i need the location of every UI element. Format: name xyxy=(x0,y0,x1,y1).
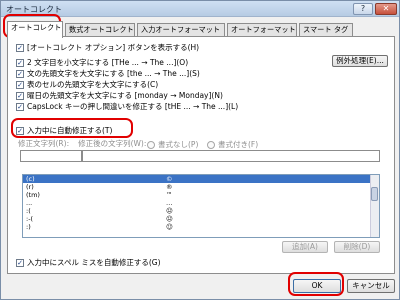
list-item[interactable]: :) ☺ xyxy=(23,223,379,231)
radio-button-icon[interactable] xyxy=(147,140,155,149)
checkbox-checked-icon[interactable]: ✓ xyxy=(16,43,24,52)
list-item-to: ☺ xyxy=(166,223,173,231)
option-label: [オートコレクト オプション] ボタンを表示する(H) xyxy=(27,43,200,52)
replace-label: 修正文字列(R): xyxy=(18,139,70,148)
tab-panel: ✓ [オートコレクト オプション] ボタンを表示する(H) ✓ 2 文字目を小文… xyxy=(7,36,395,274)
cancel-button[interactable]: キャンセル xyxy=(347,279,395,293)
radio-button-icon[interactable] xyxy=(207,140,215,149)
list-item-from: (tm) xyxy=(26,191,40,199)
list-item-to: © xyxy=(166,175,173,183)
option-label: 表のセルの先頭文字を大文字にする(C) xyxy=(27,80,159,89)
checkbox-checked-icon[interactable]: ✓ xyxy=(16,126,24,135)
list-item[interactable]: :-( ☹ xyxy=(23,215,379,223)
list-item[interactable]: (c) © xyxy=(23,175,379,183)
list-item[interactable]: (tm) ™ xyxy=(23,191,379,199)
window-title: オートコレクト xyxy=(6,5,62,14)
ok-button[interactable]: OK xyxy=(293,279,341,293)
list-item[interactable]: (r) ® xyxy=(23,183,379,191)
checkbox-checked-icon[interactable]: ✓ xyxy=(16,102,24,111)
option-capitalize-days[interactable]: ✓ 曜日の先頭文字を大文字にする [monday → Monday](N) xyxy=(16,90,223,101)
list-item[interactable]: ... … xyxy=(23,199,379,207)
option-replace-as-you-type[interactable]: ✓ 入力中に自動修正する(T) xyxy=(16,125,112,136)
option-label: 曜日の先頭文字を大文字にする [monday → Monday](N) xyxy=(27,91,223,100)
list-item-from: ... xyxy=(26,199,33,207)
help-button[interactable]: ? xyxy=(353,3,373,15)
option-first-letter-sentence[interactable]: ✓ 文の先頭文字を大文字にする [the ... → The ...](S) xyxy=(16,68,200,79)
list-item-to: ☹ xyxy=(166,207,173,215)
list-item-from: :-( xyxy=(26,215,34,223)
tab-strip: オートコレクト 数式オートコレクト 入力オートフォーマット オートフォーマット … xyxy=(7,21,397,38)
delete-button[interactable]: 削除(D) xyxy=(334,241,380,253)
list-item-to: ™ xyxy=(166,191,173,199)
option-label: 入力中にスペル ミスを自動修正する(G) xyxy=(27,258,161,267)
list-item-to: ☹ xyxy=(166,215,173,223)
option-capslock[interactable]: ✓ CapsLock キーの押し間違いを修正する [tHE ... → The … xyxy=(16,101,238,112)
list-item[interactable]: :( ☹ xyxy=(23,207,379,215)
checkbox-checked-icon[interactable]: ✓ xyxy=(16,258,24,267)
option-spelling[interactable]: ✓ 入力中にスペル ミスを自動修正する(G) xyxy=(16,257,161,268)
replace-label-row: 修正文字列(R): 修正後の文字列(W): xyxy=(18,138,146,149)
replace-list[interactable]: (c) © (r) ® (tm) ™ ... … :( ☹ :-( ☹:) ☺ xyxy=(22,174,380,238)
option-label: 2 文字目を小文字にする [THe ... → The ...](O) xyxy=(27,58,189,67)
tab-math-autocorrect[interactable]: 数式オートコレクト xyxy=(65,23,135,37)
list-item-from: :) xyxy=(26,223,31,231)
radio-label: 書式付き(F) xyxy=(218,140,259,149)
replace-input[interactable] xyxy=(20,150,82,162)
option-first-letter-cell[interactable]: ✓ 表のセルの先頭文字を大文字にする(C) xyxy=(16,79,158,90)
list-item-to: … xyxy=(166,199,173,207)
radio-formatted-text[interactable]: 書式付き(F) xyxy=(207,139,258,150)
checkbox-checked-icon[interactable]: ✓ xyxy=(16,69,24,78)
option-label: 入力中に自動修正する(T) xyxy=(27,126,113,135)
close-button[interactable]: ✕ xyxy=(375,3,397,15)
tab-smart-tags[interactable]: スマート タグ xyxy=(299,23,353,37)
with-label: 修正後の文字列(W): xyxy=(78,139,147,148)
checkbox-checked-icon[interactable]: ✓ xyxy=(16,80,24,89)
autocorrect-dialog: オートコレクト ? ✕ オートコレクト 数式オートコレクト 入力オートフォーマッ… xyxy=(0,0,400,300)
checkbox-checked-icon[interactable]: ✓ xyxy=(16,58,24,67)
tab-autoformat-as-you-type[interactable]: 入力オートフォーマット xyxy=(137,23,225,37)
tab-autocorrect[interactable]: オートコレクト xyxy=(7,21,63,38)
title-bar[interactable]: オートコレクト ? ✕ xyxy=(1,1,399,17)
option-label: 文の先頭文字を大文字にする [the ... → The ...](S) xyxy=(27,69,200,78)
list-item-from: (c) xyxy=(26,175,35,183)
radio-plain-text[interactable]: 書式なし(P) xyxy=(147,139,198,150)
scroll-thumb[interactable] xyxy=(371,187,378,201)
list-item-to: ® xyxy=(166,183,173,191)
list-item-from: (r) xyxy=(26,183,34,191)
list-scrollbar[interactable] xyxy=(370,175,379,237)
tab-autoformat[interactable]: オートフォーマット xyxy=(227,23,297,37)
option-two-initials[interactable]: ✓ 2 文字目を小文字にする [THe ... → The ...](O) xyxy=(16,57,188,68)
exceptions-button[interactable]: 例外処理(E)... xyxy=(332,55,388,67)
with-input[interactable] xyxy=(82,150,380,162)
add-button[interactable]: 追加(A) xyxy=(282,241,328,253)
option-show-buttons[interactable]: ✓ [オートコレクト オプション] ボタンを表示する(H) xyxy=(16,42,199,53)
checkbox-checked-icon[interactable]: ✓ xyxy=(16,91,24,100)
option-label: CapsLock キーの押し間違いを修正する [tHE ... → The ..… xyxy=(27,102,239,111)
radio-label: 書式なし(P) xyxy=(158,140,199,149)
list-item-from: :( xyxy=(26,207,31,215)
